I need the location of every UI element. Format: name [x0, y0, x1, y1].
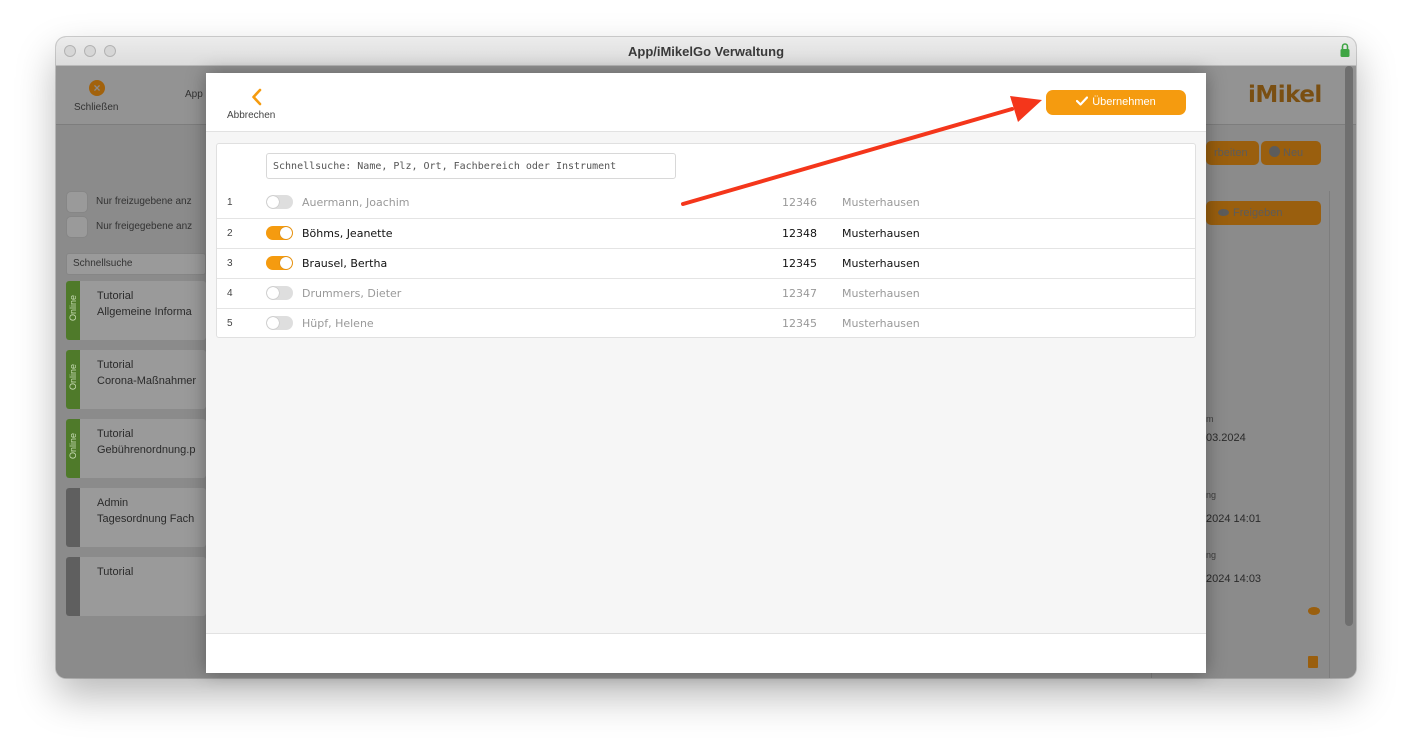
offline-tag — [66, 557, 80, 616]
offline-tag — [66, 488, 80, 547]
card-title: Tutorial — [97, 359, 134, 371]
postal-code: 12348 — [782, 227, 817, 240]
postal-code: 12345 — [782, 257, 817, 270]
eye-icon — [1218, 209, 1229, 216]
city: Musterhausen — [842, 287, 920, 300]
vertical-scrollbar[interactable] — [1345, 66, 1353, 626]
table-row[interactable]: 1 Auermann, Joachim 12346 Musterhausen — [217, 188, 1195, 218]
city: Musterhausen — [842, 196, 920, 209]
postal-code: 12347 — [782, 287, 817, 300]
chevron-left-icon — [252, 88, 262, 106]
new-button-label: Neu — [1283, 147, 1304, 159]
person-name: Brausel, Bertha — [302, 257, 388, 270]
person-name: Drummers, Dieter — [302, 287, 402, 300]
selection-toggle[interactable] — [266, 226, 293, 240]
person-name: Hüpf, Helene — [302, 317, 374, 330]
close-label: Schließen — [74, 102, 119, 113]
imikel-logo: iMikel — [1248, 82, 1322, 108]
person-list: 1 Auermann, Joachim 12346 Musterhausen 2… — [216, 143, 1196, 338]
detail-label: ng — [1206, 550, 1217, 560]
cancel-label: Abbrechen — [227, 110, 276, 121]
document-card[interactable]: Admin Tagesordnung Fach — [66, 488, 206, 547]
card-title: Tutorial — [97, 428, 134, 440]
card-subtitle: Tagesordnung Fach — [97, 513, 195, 525]
quick-search-input[interactable] — [266, 153, 676, 179]
document-card[interactable]: Online Tutorial Allgemeine Informa — [66, 281, 206, 340]
detail-label: m — [1206, 414, 1214, 424]
card-title: Tutorial — [97, 566, 134, 578]
plus-circle-icon — [1269, 146, 1280, 157]
selection-toggle[interactable] — [266, 256, 293, 270]
eye-icon[interactable] — [1308, 607, 1320, 615]
person-rows: 1 Auermann, Joachim 12346 Musterhausen 2… — [217, 188, 1195, 338]
person-name: Böhms, Jeanette — [302, 227, 393, 240]
edit-button[interactable]: rbeiten — [1206, 141, 1259, 165]
online-tag: Online — [66, 350, 80, 409]
card-title: Tutorial — [97, 290, 134, 302]
new-button[interactable]: Neu — [1261, 141, 1321, 165]
document-card[interactable]: Tutorial — [66, 557, 206, 616]
selection-toggle[interactable] — [266, 195, 293, 209]
detail-value: 2024 14:01 — [1206, 513, 1262, 525]
row-number: 5 — [227, 318, 233, 329]
row-number: 4 — [227, 288, 233, 299]
document-card[interactable]: Online Tutorial Gebührenordnung.p — [66, 419, 206, 478]
modal-header: Abbrechen Übernehmen — [206, 73, 1206, 132]
close-icon[interactable]: × — [89, 80, 105, 96]
filter-checkbox-unreleased[interactable] — [66, 191, 88, 213]
row-number: 3 — [227, 258, 233, 269]
online-tag: Online — [66, 281, 80, 340]
accept-label: Übernehmen — [1092, 96, 1156, 108]
lock-icon — [1340, 43, 1350, 57]
selection-toggle[interactable] — [266, 316, 293, 330]
table-row[interactable]: 4 Drummers, Dieter 12347 Musterhausen — [217, 278, 1195, 308]
release-button-label: Freigeben — [1233, 207, 1283, 219]
detail-value: 2024 14:03 — [1206, 573, 1262, 585]
online-tag: Online — [66, 419, 80, 478]
person-name: Auermann, Joachim — [302, 196, 410, 209]
selection-toggle[interactable] — [266, 286, 293, 300]
postal-code: 12345 — [782, 317, 817, 330]
detail-label: ng — [1206, 490, 1217, 500]
trash-icon[interactable] — [1308, 656, 1318, 668]
panel-divider — [1329, 191, 1330, 678]
filter-label-released: Nur freigegebene anz — [96, 221, 193, 232]
card-subtitle: Gebührenordnung.p — [97, 444, 196, 456]
row-number: 2 — [227, 228, 233, 239]
table-row[interactable]: 3 Brausel, Bertha 12345 Musterhausen — [217, 248, 1195, 278]
card-title: Admin — [97, 497, 129, 509]
release-button[interactable]: Freigeben — [1206, 201, 1321, 225]
city: Musterhausen — [842, 227, 920, 240]
city: Musterhausen — [842, 317, 920, 330]
check-icon — [1076, 96, 1089, 106]
modal-footer — [206, 633, 1206, 673]
card-subtitle: Allgemeine Informa — [97, 306, 192, 318]
row-number: 1 — [227, 197, 233, 208]
card-subtitle: Corona-Maßnahmer — [97, 375, 197, 387]
document-card[interactable]: Online Tutorial Corona-Maßnahmer — [66, 350, 206, 409]
filter-label-unreleased: Nur freizugebene anz — [96, 196, 192, 207]
postal-code: 12346 — [782, 196, 817, 209]
app-label: App — [185, 89, 203, 100]
city: Musterhausen — [842, 257, 920, 270]
cancel-button[interactable]: Abbrechen — [224, 85, 284, 125]
table-row[interactable]: 5 Hüpf, Helene 12345 Musterhausen — [217, 308, 1195, 338]
filter-checkbox-released[interactable] — [66, 216, 88, 238]
detail-value: 03.2024 — [1206, 432, 1246, 444]
title-bar: App/iMikelGo Verwaltung — [56, 37, 1356, 66]
window-title: App/iMikelGo Verwaltung — [627, 44, 785, 59]
accept-button[interactable]: Übernehmen — [1046, 90, 1186, 115]
selection-modal: Abbrechen Übernehmen 1 Auermann, Joachim… — [206, 73, 1206, 673]
background-search-input[interactable]: Schnellsuche — [66, 253, 206, 275]
table-row[interactable]: 2 Böhms, Jeanette 12348 Musterhausen — [217, 218, 1195, 248]
